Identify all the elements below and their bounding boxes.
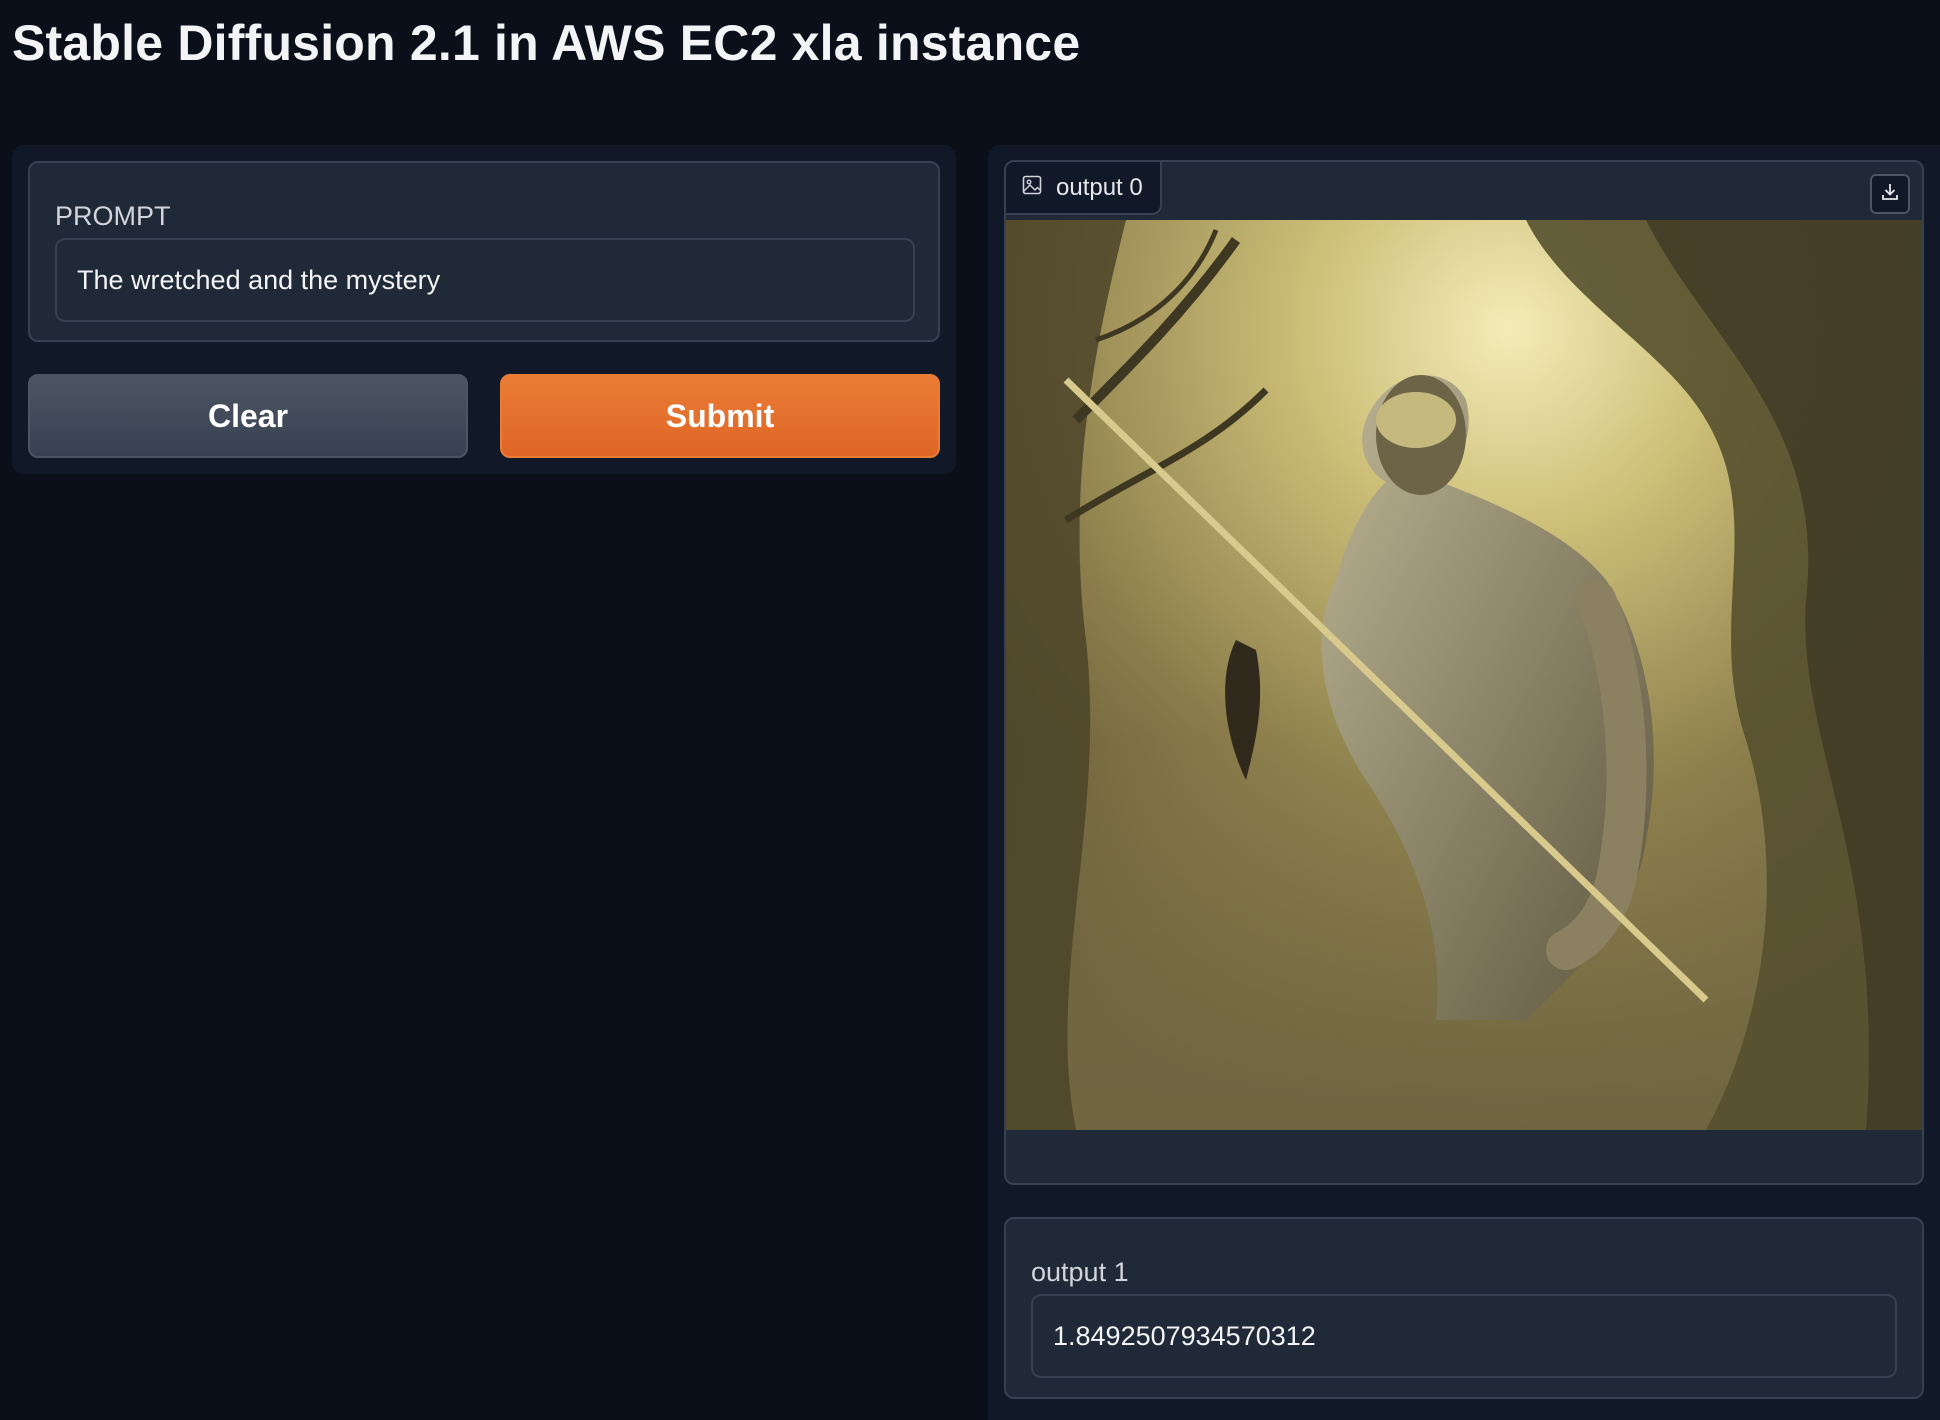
download-button[interactable] bbox=[1870, 174, 1910, 214]
image-output-block: output 0 bbox=[1004, 160, 1924, 1185]
prompt-label: PROMPT bbox=[55, 201, 171, 231]
image-output-tab: output 0 bbox=[1006, 162, 1162, 215]
output1-value: 1.8492507934570312 bbox=[1031, 1294, 1897, 1378]
download-icon bbox=[1880, 182, 1900, 207]
clear-button[interactable]: Clear bbox=[28, 374, 468, 458]
prompt-input[interactable] bbox=[55, 238, 915, 322]
output1-label: output 1 bbox=[1031, 1257, 1129, 1287]
input-panel: PROMPT Clear Submit bbox=[12, 145, 956, 474]
page-title: Stable Diffusion 2.1 in AWS EC2 xla inst… bbox=[12, 15, 1081, 71]
output-panel: output 0 output 1 1.8492507934570312 bbox=[988, 145, 1940, 1420]
prompt-block: PROMPT bbox=[28, 161, 940, 342]
image-icon bbox=[1022, 175, 1042, 200]
generated-image bbox=[1006, 220, 1922, 1130]
submit-button[interactable]: Submit bbox=[500, 374, 940, 458]
image-output-label: output 0 bbox=[1056, 173, 1143, 201]
output1-block: output 1 1.8492507934570312 bbox=[1004, 1217, 1924, 1399]
